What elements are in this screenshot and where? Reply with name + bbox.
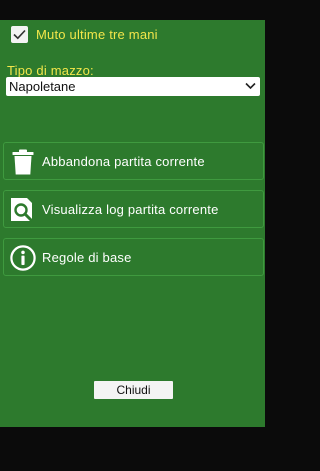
settings-panel: Muto ultime tre mani Tipo di mazzo: Napo… bbox=[0, 20, 265, 427]
basic-rules-button[interactable]: Regole di base bbox=[3, 238, 264, 276]
deck-type-select[interactable]: Napoletane bbox=[6, 77, 260, 96]
chevron-down-icon bbox=[245, 82, 256, 90]
checkmark-icon bbox=[13, 29, 26, 40]
view-game-log-label: Visualizza log partita corrente bbox=[42, 201, 219, 217]
mute-option-label: Muto ultime tre mani bbox=[36, 27, 158, 42]
abandon-game-label: Abbandona partita corrente bbox=[42, 153, 205, 169]
deck-type-label: Tipo di mazzo: bbox=[7, 63, 94, 78]
view-game-log-button[interactable]: Visualizza log partita corrente bbox=[3, 190, 264, 228]
close-button[interactable]: Chiudi bbox=[94, 381, 173, 399]
magnifier-icon bbox=[10, 197, 36, 223]
abandon-game-button[interactable]: Abbandona partita corrente bbox=[3, 142, 264, 180]
basic-rules-label: Regole di base bbox=[42, 249, 132, 265]
deck-type-value: Napoletane bbox=[9, 79, 76, 94]
trash-icon bbox=[10, 149, 36, 175]
mute-option-row[interactable]: Muto ultime tre mani bbox=[11, 26, 158, 43]
mute-checkbox[interactable] bbox=[11, 26, 28, 43]
info-icon bbox=[10, 245, 36, 271]
